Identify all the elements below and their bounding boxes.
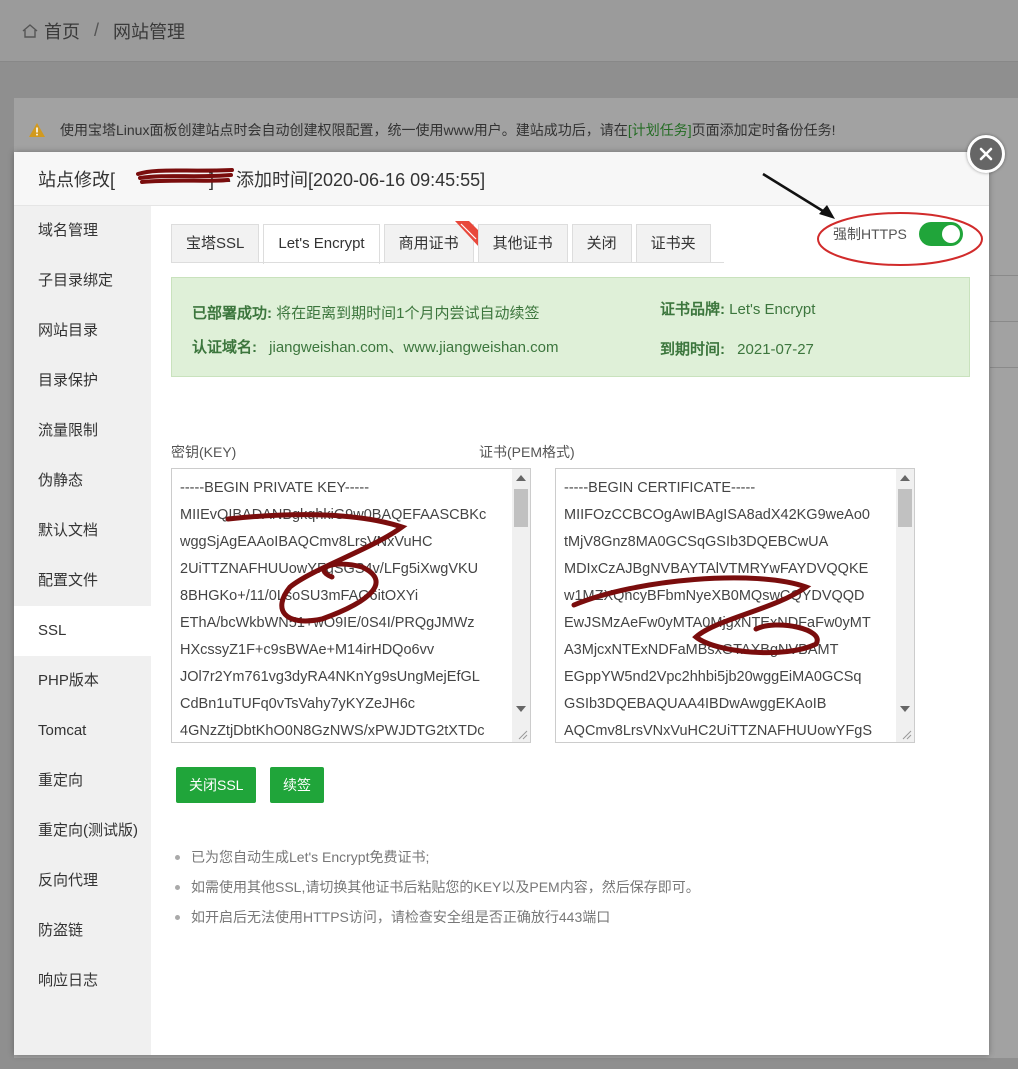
key-line: 8BHGKo+/11/0LsoSU3mFAG6itOXYi bbox=[180, 588, 419, 604]
cert-expiry-value: 2021-07-27 bbox=[737, 341, 814, 358]
key-line: CdBn1uTUFq0vTsVahy7yKYZeJH6c bbox=[180, 696, 416, 712]
tab-other-cert[interactable]: 其他证书 bbox=[477, 224, 568, 262]
key-line: HXcssyZ1F+c9sBWAe+M14irHDQo6vv bbox=[180, 642, 435, 658]
key-line: -----BEGIN PRIVATE KEY----- bbox=[180, 480, 370, 496]
force-https-control: 强制HTTPS bbox=[833, 222, 963, 246]
modal-title: 站点修改[ ] -- 添加时间[2020-06-16 09:45:55] bbox=[14, 152, 989, 206]
notice-bar: 使用宝塔Linux面板创建站点时会自动创建权限配置，统一使用www用户。建站成功… bbox=[14, 110, 1004, 150]
resize-grip-icon[interactable] bbox=[900, 728, 912, 740]
sidebar-item-redirect-beta[interactable]: 重定向(测试版) bbox=[14, 806, 151, 856]
sidebar-item-redirect[interactable]: 重定向 bbox=[14, 756, 151, 806]
sidebar: 域名管理 子目录绑定 网站目录 目录保护 流量限制 伪静态 默认文档 配置文件 … bbox=[14, 206, 151, 1055]
redaction-scribble bbox=[136, 168, 234, 184]
modal-title-prefix: 站点修改[ bbox=[38, 169, 116, 190]
breadcrumb-current: 网站管理 bbox=[113, 21, 186, 42]
tab-cert-folder[interactable]: 证书夹 bbox=[635, 224, 711, 262]
note-item: 已为您自动生成Let's Encrypt免费证书; bbox=[175, 842, 700, 872]
sidebar-item-php-version[interactable]: PHP版本 bbox=[14, 656, 151, 706]
cert-line: EwJSMzAeFw0yMTA0MjgxNTExNDFaFw0yMT bbox=[564, 615, 871, 631]
sidebar-item-ssl[interactable]: SSL bbox=[14, 606, 151, 656]
deploy-status-text: 将在距离到期时间1个月内尝试自动续签 bbox=[276, 305, 540, 322]
cert-line: EGppYW5nd2Vpc2hhbi5jb20wggEiMA0GCSq bbox=[564, 669, 862, 685]
resize-grip-icon[interactable] bbox=[516, 728, 528, 740]
background-rows bbox=[990, 230, 1018, 368]
key-line: wggSjAgEAAoIBAQCmv8LrsVNxVuHC bbox=[180, 534, 433, 550]
cert-line: w1MZXQncyBFbmNyeXB0MQswCQYDVQQD bbox=[564, 588, 865, 604]
sidebar-item-domain[interactable]: 域名管理 bbox=[14, 206, 151, 256]
close-ssl-button[interactable]: 关闭SSL bbox=[176, 767, 257, 803]
cert-line: MDIxCzAJBgNVBAYTAlVTMRYwFAYDVQQKE bbox=[564, 561, 869, 577]
sidebar-item-tomcat[interactable]: Tomcat bbox=[14, 706, 151, 756]
ssl-tabs: 宝塔SSL Let's Encrypt 商用证书 其他证书 关闭 证书夹 bbox=[171, 221, 715, 264]
cert-line: GSIb3DQEBAQUAA4IBDwAwggEKAoIB bbox=[564, 696, 827, 712]
sidebar-item-rewrite[interactable]: 伪静态 bbox=[14, 456, 151, 506]
breadcrumb-home[interactable]: 首页 bbox=[44, 18, 80, 44]
cert-line: MIIFOzCCBCOgAwIBAgISA8adX42KG9weAo0 bbox=[564, 507, 870, 523]
cert-brand-value: Let's Encrypt bbox=[729, 301, 816, 318]
sidebar-item-config-file[interactable]: 配置文件 bbox=[14, 556, 151, 606]
cert-textarea[interactable]: -----BEGIN CERTIFICATE----- MIIFOzCCBCOg… bbox=[555, 468, 915, 743]
sidebar-item-default-doc[interactable]: 默认文档 bbox=[14, 506, 151, 556]
ssl-content: 宝塔SSL Let's Encrypt 商用证书 其他证书 关闭 证书夹 强制H… bbox=[151, 172, 989, 1055]
breadcrumb: 首页 / 网站管理 bbox=[0, 0, 1018, 62]
deploy-status-label: 已部署成功: bbox=[192, 305, 272, 322]
cert-brand-label: 证书品牌: bbox=[660, 301, 725, 318]
cert-line: AQCmv8LrsVNxVuHC2UiTTZNAFHUUowYFgS bbox=[564, 723, 873, 739]
tab-commercial-cert[interactable]: 商用证书 bbox=[383, 221, 479, 262]
cert-domains-label: 认证域名: bbox=[192, 339, 257, 356]
key-line: 4GNzZtjDbtKhO0N8GzNWS/xPWJDTG2tXTDc bbox=[180, 723, 485, 739]
sidebar-item-reverse-proxy[interactable]: 反向代理 bbox=[14, 856, 151, 906]
tab-lets-encrypt[interactable]: Let's Encrypt bbox=[263, 224, 380, 264]
site-edit-modal: 站点修改[ ] -- 添加时间[2020-06-16 09:45:55] 域名管… bbox=[14, 152, 989, 1055]
cert-scrollbar[interactable] bbox=[896, 469, 914, 742]
modal-close-button[interactable] bbox=[967, 135, 1005, 173]
notice-text-after: 页面添加定时备份任务! bbox=[691, 122, 836, 138]
key-line: EThA/bcWkbWN51+wO9IE/0S4I/PRQgJMWz bbox=[180, 615, 475, 631]
cert-line: A3MjcxNTExNDFaMBsxGTAXBgNVBAMT bbox=[564, 642, 839, 658]
cert-domains-value: jiangweishan.com、www.jiangweishan.com bbox=[269, 339, 559, 356]
close-icon bbox=[979, 147, 993, 161]
sidebar-item-hotlink[interactable]: 防盗链 bbox=[14, 906, 151, 956]
ssl-info-box: 已部署成功: 将在距离到期时间1个月内尝试自动续签 认证域名: jiangwei… bbox=[171, 277, 970, 377]
key-scrollbar[interactable] bbox=[512, 469, 530, 742]
cert-label: 证书(PEM格式) bbox=[479, 444, 575, 460]
note-item: 如需使用其他SSL,请切换其他证书后粘贴您的KEY以及PEM内容，然后保存即可。 bbox=[175, 872, 700, 902]
renew-button[interactable]: 续签 bbox=[270, 767, 324, 803]
tab-bt-ssl[interactable]: 宝塔SSL bbox=[171, 224, 260, 262]
sidebar-item-traffic-limit[interactable]: 流量限制 bbox=[14, 406, 151, 456]
cert-expiry-label: 到期时间: bbox=[660, 341, 725, 358]
key-textarea[interactable]: -----BEGIN PRIVATE KEY----- MIIEvQIBADAN… bbox=[171, 468, 531, 743]
key-line: JOl7r2Ym761vg3dyRA4NKnYg9sUngMejEfGL bbox=[180, 669, 480, 685]
force-https-label: 强制HTTPS bbox=[833, 226, 907, 242]
sidebar-item-response-log[interactable]: 响应日志 bbox=[14, 956, 151, 1006]
warning-icon bbox=[29, 123, 45, 137]
cert-expiry: 到期时间: 2021-07-27 bbox=[660, 338, 814, 359]
key-line: 2UiTTZNAFHUUowYFgSGS4v/LFg5iXwgVKU bbox=[180, 561, 479, 577]
tab-close[interactable]: 关闭 bbox=[571, 224, 632, 262]
ssl-notes: 已为您自动生成Let's Encrypt免费证书; 如需使用其他SSL,请切换其… bbox=[175, 842, 700, 932]
cert-line: -----BEGIN CERTIFICATE----- bbox=[564, 480, 756, 496]
notice-text-before: 使用宝塔Linux面板创建站点时会自动创建权限配置，统一使用www用户。建站成功… bbox=[60, 122, 628, 138]
sidebar-item-dir-protect[interactable]: 目录保护 bbox=[14, 356, 151, 406]
deploy-status: 已部署成功: 将在距离到期时间1个月内尝试自动续签 bbox=[192, 302, 540, 323]
tab-underline bbox=[171, 262, 724, 263]
sidebar-item-site-dir[interactable]: 网站目录 bbox=[14, 306, 151, 356]
note-item: 如开启后无法使用HTTPS访问，请检查安全组是否正确放行443端口 bbox=[175, 902, 700, 932]
key-label: 密钥(KEY) bbox=[171, 444, 237, 460]
sidebar-item-subdir[interactable]: 子目录绑定 bbox=[14, 256, 151, 306]
cert-domains: 认证域名: jiangweishan.com、www.jiangweishan.… bbox=[192, 336, 558, 357]
key-line: MIIEvQIBADANBgkqhkiG9w0BAQEFAASCBKc bbox=[180, 507, 487, 523]
home-icon bbox=[22, 23, 38, 38]
cert-line: tMjV8Gnz8MA0GCSqGSIb3DQEBCwUA bbox=[564, 534, 829, 550]
modal-title-suffix: ] -- 添加时间[2020-06-16 09:45:55] bbox=[209, 169, 486, 190]
notice-link-cron[interactable]: [计划任务] bbox=[628, 120, 692, 140]
cert-brand: 证书品牌: Let's Encrypt bbox=[660, 298, 815, 319]
breadcrumb-separator: / bbox=[94, 20, 100, 40]
recommend-ribbon-icon bbox=[454, 221, 479, 247]
force-https-toggle[interactable] bbox=[918, 222, 963, 246]
